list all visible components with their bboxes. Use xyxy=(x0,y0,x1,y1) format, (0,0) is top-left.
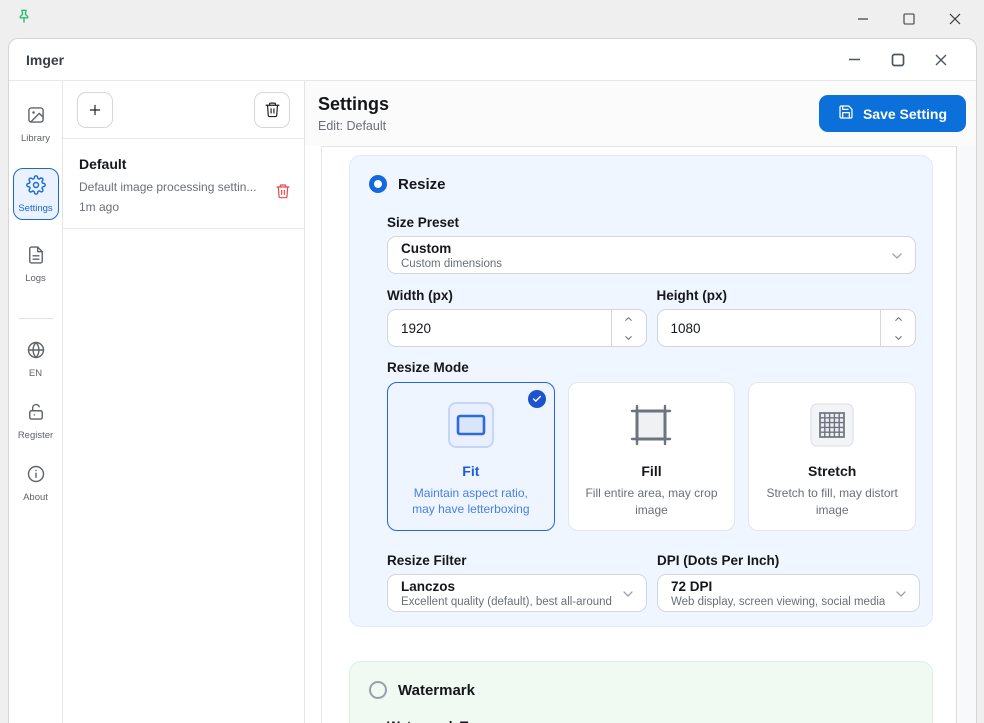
delete-preset-icon[interactable] xyxy=(275,183,291,204)
save-setting-button[interactable]: Save Setting xyxy=(819,95,966,132)
image-icon xyxy=(26,105,46,130)
gear-icon xyxy=(26,175,46,200)
dpi-label: DPI (Dots Per Inch) xyxy=(657,553,920,568)
sidebar-item-logs[interactable]: Logs xyxy=(13,238,59,290)
height-label: Height (px) xyxy=(657,288,917,303)
watermark-section-card: Watermark Watermark Type xyxy=(349,661,933,723)
sidebar-item-label: EN xyxy=(29,368,42,379)
presets-panel: Default Default image processing settin.… xyxy=(63,81,305,723)
height-increment-button[interactable] xyxy=(881,310,915,328)
watermark-type-label: Watermark Type xyxy=(387,719,916,723)
app-body: Library Settings Logs EN xyxy=(9,81,976,723)
sidebar-item-label: About xyxy=(23,492,48,503)
size-preset-label: Size Preset xyxy=(387,215,916,230)
unlock-icon xyxy=(26,402,46,427)
dpi-value: 72 DPI xyxy=(671,579,885,595)
settings-header: Settings Edit: Default Save Setting xyxy=(305,81,976,146)
os-close-button[interactable] xyxy=(948,12,962,26)
app-maximize-button[interactable] xyxy=(890,52,905,67)
pin-icon xyxy=(14,7,34,32)
size-preset-value: Custom xyxy=(401,241,881,257)
app-close-button[interactable] xyxy=(933,52,948,67)
chevron-down-icon xyxy=(893,586,909,607)
stretch-mode-icon xyxy=(757,401,907,449)
preset-description: Default image processing settin... xyxy=(79,180,264,194)
sidebar-item-label: Register xyxy=(18,430,53,441)
page-subtitle: Edit: Default xyxy=(318,119,389,133)
dpi-select[interactable]: 72 DPI Web display, screen viewing, soci… xyxy=(657,574,920,612)
sidebar-item-register[interactable]: Register xyxy=(13,395,59,447)
sidebar: Library Settings Logs EN xyxy=(9,81,63,723)
os-minimize-button[interactable] xyxy=(856,12,870,26)
selected-check-icon xyxy=(528,390,546,408)
height-decrement-button[interactable] xyxy=(881,328,915,346)
width-label: Width (px) xyxy=(387,288,647,303)
settings-scroll-region: Resize Size Preset Custom Custom dimensi… xyxy=(321,146,956,723)
sidebar-item-settings[interactable]: Settings xyxy=(13,168,59,220)
mode-card-stretch[interactable]: Stretch Stretch to fill, may distort ima… xyxy=(748,382,916,531)
page-title: Settings xyxy=(318,94,389,115)
size-preset-description: Custom dimensions xyxy=(401,258,881,271)
dpi-description: Web display, screen viewing, social medi… xyxy=(671,596,885,609)
add-preset-button[interactable] xyxy=(77,92,113,128)
app-minimize-button[interactable] xyxy=(847,52,862,67)
app-window: Imger Library Settings xyxy=(8,38,977,723)
size-preset-select[interactable]: Custom Custom dimensions xyxy=(387,236,916,274)
resize-radio[interactable] xyxy=(369,175,387,193)
mode-name: Stretch xyxy=(757,463,907,479)
sidebar-item-about[interactable]: About xyxy=(13,457,59,509)
width-decrement-button[interactable] xyxy=(612,328,646,346)
height-stepper xyxy=(657,309,917,347)
sidebar-divider xyxy=(19,318,53,319)
resize-section-card: Resize Size Preset Custom Custom dimensi… xyxy=(349,155,933,627)
mode-name: Fill xyxy=(577,463,727,479)
width-input[interactable] xyxy=(388,310,611,346)
chevron-down-icon xyxy=(620,586,636,607)
save-button-label: Save Setting xyxy=(863,106,947,122)
watermark-section-title: Watermark xyxy=(398,682,475,699)
chevron-down-icon xyxy=(889,248,905,269)
mode-description: Stretch to fill, may distort image xyxy=(757,485,907,518)
resize-filter-value: Lanczos xyxy=(401,579,612,595)
mode-card-fit[interactable]: Fit Maintain aspect ratio, may have lett… xyxy=(387,382,555,531)
preset-timestamp: 1m ago xyxy=(79,200,264,214)
globe-icon xyxy=(26,340,46,365)
preset-title: Default xyxy=(79,156,264,172)
width-increment-button[interactable] xyxy=(612,310,646,328)
settings-body: Resize Size Preset Custom Custom dimensi… xyxy=(305,146,976,723)
settings-main-panel: Settings Edit: Default Save Setting xyxy=(305,81,976,723)
app-titlebar: Imger xyxy=(9,39,976,81)
info-icon xyxy=(26,464,46,489)
os-maximize-button[interactable] xyxy=(902,12,916,26)
save-icon xyxy=(838,104,854,123)
preset-list-item[interactable]: Default Default image processing settin.… xyxy=(63,139,304,229)
mode-description: Fill entire area, may crop image xyxy=(577,485,727,518)
resize-filter-description: Excellent quality (default), best all-ar… xyxy=(401,596,612,609)
desktop-frame: Imger Library Settings xyxy=(0,0,984,723)
scrollbar-track[interactable] xyxy=(956,146,976,723)
resize-filter-select[interactable]: Lanczos Excellent quality (default), bes… xyxy=(387,574,647,612)
presets-toolbar xyxy=(63,81,304,139)
resize-section-title: Resize xyxy=(398,176,446,193)
width-stepper xyxy=(387,309,647,347)
sidebar-item-library[interactable]: Library xyxy=(13,98,59,150)
mode-name: Fit xyxy=(396,463,547,479)
mode-description: Maintain aspect ratio, may have letterbo… xyxy=(396,485,547,518)
sidebar-item-label: Logs xyxy=(25,273,46,284)
sidebar-item-label: Settings xyxy=(18,203,52,214)
height-input[interactable] xyxy=(658,310,881,346)
fill-mode-icon xyxy=(577,401,727,449)
resize-filter-label: Resize Filter xyxy=(387,553,647,568)
watermark-radio[interactable] xyxy=(369,681,387,699)
document-icon xyxy=(26,245,46,270)
os-titlebar xyxy=(0,0,984,38)
fit-mode-icon xyxy=(396,401,547,449)
delete-presets-button[interactable] xyxy=(254,92,290,128)
sidebar-item-label: Library xyxy=(21,133,50,144)
mode-card-fill[interactable]: Fill Fill entire area, may crop image xyxy=(568,382,736,531)
app-title: Imger xyxy=(26,52,64,68)
sidebar-item-language[interactable]: EN xyxy=(13,333,59,385)
resize-mode-label: Resize Mode xyxy=(387,360,916,375)
